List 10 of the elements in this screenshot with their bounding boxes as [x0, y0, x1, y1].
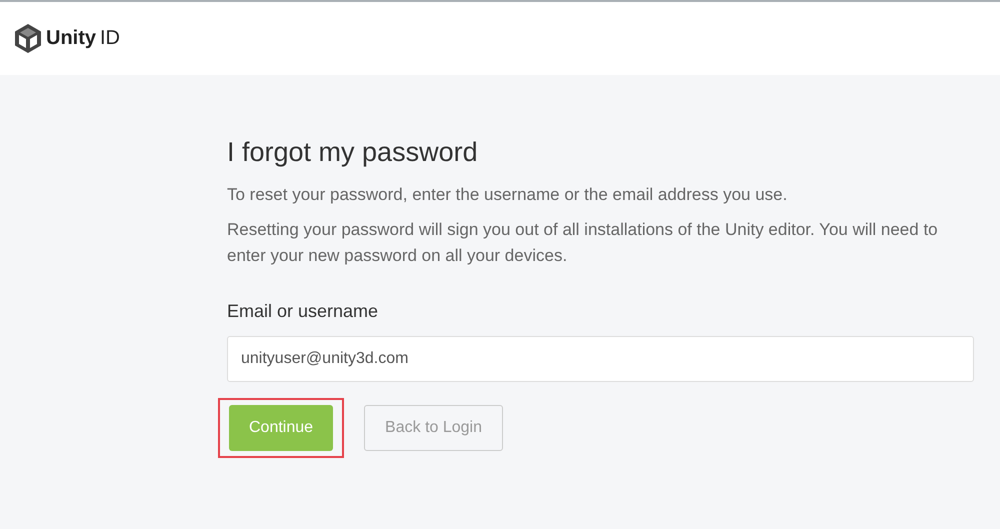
field-label: Email or username	[227, 301, 380, 322]
logo-text: ID	[100, 27, 120, 50]
description-text: Resetting your password will sign you out of all installations of the Unity editor. You will need to enter your new password on all your devices.	[227, 219, 939, 267]
back-button[interactable]: Back to Login	[364, 405, 503, 451]
email-field[interactable]: unityuser@unity3d.com	[227, 336, 974, 382]
description-text: To reset your password, enter the username or the email address you use.	[227, 184, 788, 206]
page-title: I forgot my password	[227, 137, 479, 168]
logo-text: Unity	[46, 27, 96, 50]
cube-logo-icon	[15, 24, 41, 53]
continue-button[interactable]: Continue	[229, 405, 334, 451]
